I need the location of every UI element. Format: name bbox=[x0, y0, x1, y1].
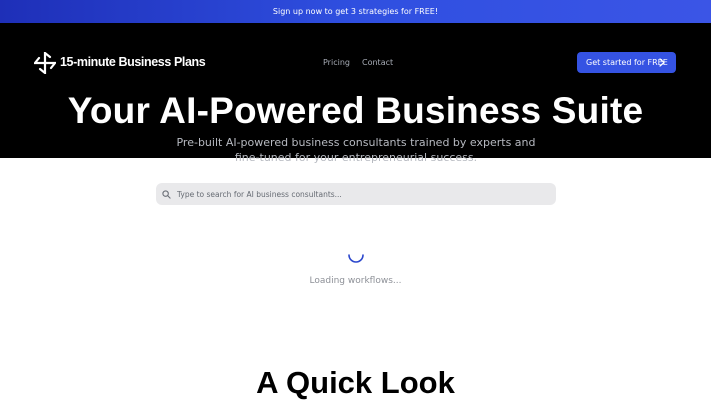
announcement-bar[interactable]: Sign up now to get 3 strategies for FREE… bbox=[0, 0, 711, 23]
loading-status-text: Loading workflows... bbox=[309, 276, 402, 286]
search-bar[interactable] bbox=[156, 183, 556, 205]
brand-name[interactable]: 15-minute Business Plans bbox=[60, 55, 206, 69]
pinwheel-logo-icon[interactable] bbox=[34, 52, 56, 74]
announcement-text[interactable]: Sign up now to get 3 strategies for FREE… bbox=[273, 7, 438, 16]
hero-subtitle: Pre-built AI-powered business consultant… bbox=[176, 136, 536, 164]
search-icon bbox=[162, 189, 171, 199]
quick-look-heading: A Quick Look bbox=[256, 365, 455, 400]
get-started-button[interactable]: Get started for FREE bbox=[577, 52, 676, 73]
search-input[interactable] bbox=[177, 189, 547, 199]
chevron-right-icon bbox=[659, 58, 665, 67]
loading-spinner-icon bbox=[348, 254, 364, 263]
nav-contact-link[interactable]: Contact bbox=[362, 58, 393, 67]
hero-title: Your AI-Powered Business Suite bbox=[67, 90, 644, 131]
get-started-label: Get started for FREE bbox=[586, 58, 668, 67]
hero-section: 15-minute Business Plans Pricing Contact… bbox=[0, 23, 711, 164]
nav-pricing-link[interactable]: Pricing bbox=[323, 58, 350, 67]
